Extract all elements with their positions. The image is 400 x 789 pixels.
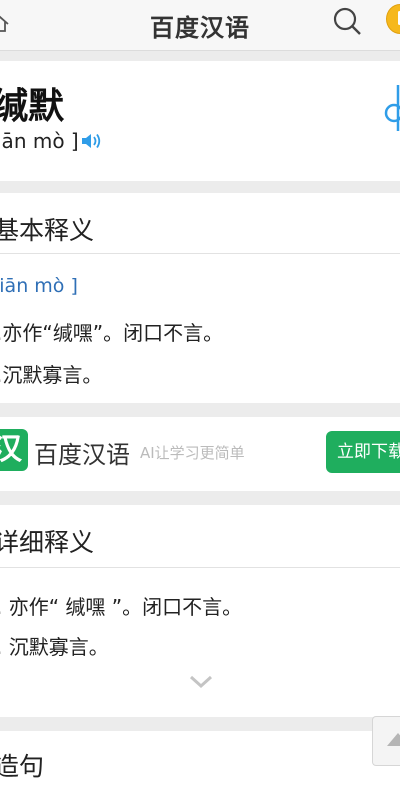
divider: [0, 567, 400, 568]
section-heading-basic: 基本释义: [0, 216, 95, 245]
scroll-top-button[interactable]: [372, 716, 400, 766]
word-title: 缄默: [0, 86, 65, 127]
detailed-definition-card: 详细释义 . 亦作“ 缄嘿 ”。闭口不言。 . 沉默寡言。: [0, 505, 400, 717]
basic-definition-2: .沉默寡言。: [0, 363, 103, 387]
search-icon[interactable]: [331, 5, 363, 37]
basic-definition-1: .亦作“缄嘿”。闭口不言。: [0, 321, 224, 345]
app-banner[interactable]: 汉 百度汉语 AI让学习更简单 立即下载: [0, 417, 400, 491]
speaker-icon[interactable]: [80, 131, 102, 151]
sentence-card: 造句: [0, 731, 400, 789]
basic-pinyin[interactable]: jiān mò ]: [0, 275, 78, 297]
app-slogan: AI让学习更简单: [140, 444, 245, 462]
app-logo: 汉: [0, 429, 28, 471]
basic-definition-card: 基本释义 jiān mò ] .亦作“缄嘿”。闭口不言。 .沉默寡言。: [0, 193, 400, 403]
word-header-card: 缄默 iān mò ]: [0, 61, 400, 181]
chevron-down-icon[interactable]: [189, 675, 213, 689]
download-button[interactable]: 立即下载: [326, 431, 400, 473]
section-heading-detailed: 详细释义: [0, 528, 95, 557]
app-name: 百度汉语: [34, 441, 130, 469]
top-bar: 百度汉语: [0, 0, 400, 51]
share-icon[interactable]: [384, 83, 400, 133]
detailed-definition-1: . 亦作“ 缄嘿 ”。闭口不言。: [0, 595, 243, 619]
section-heading-sentence: 造句: [0, 752, 45, 781]
divider: [0, 253, 400, 254]
word-pinyin: iān mò ]: [0, 129, 79, 153]
detailed-definition-2: . 沉默寡言。: [0, 635, 109, 659]
